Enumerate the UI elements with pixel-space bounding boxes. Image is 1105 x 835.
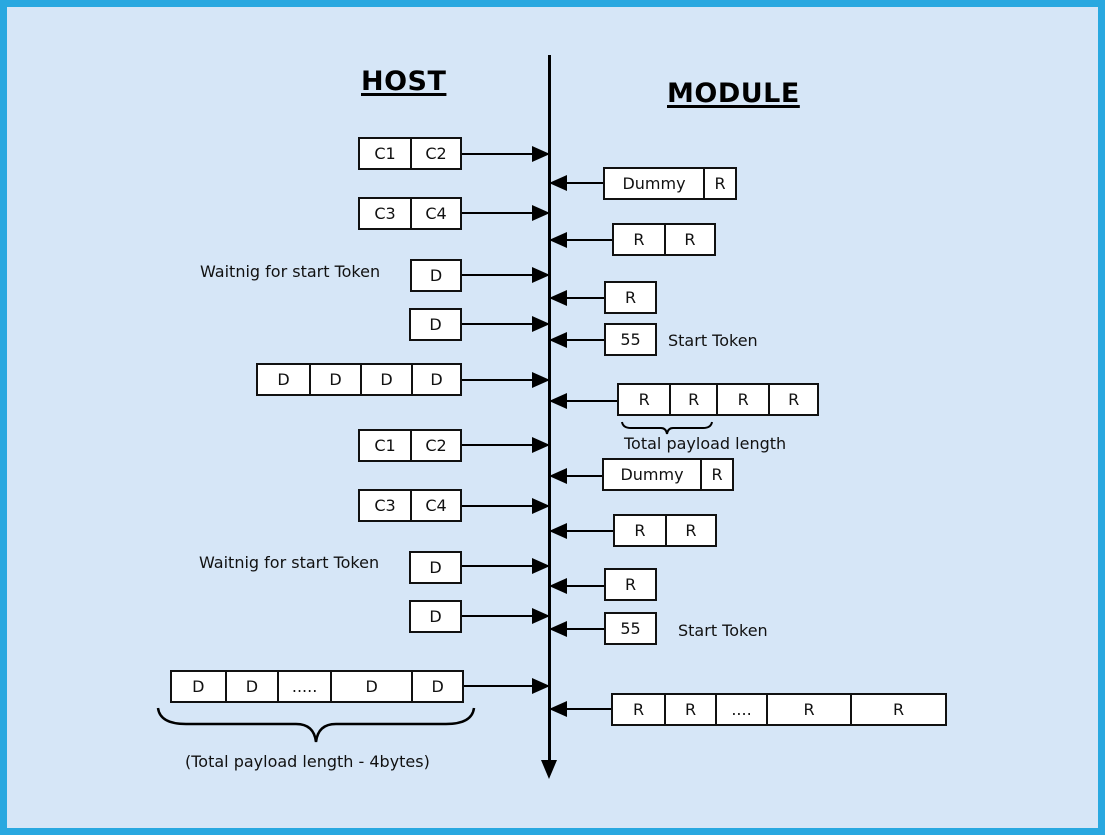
module-packet-4: 55 xyxy=(604,323,657,356)
host-cell: ..... xyxy=(277,672,330,701)
host-packet-1: C1 C2 xyxy=(358,137,462,170)
host-cell: D xyxy=(277,370,290,389)
module-cell: R xyxy=(638,390,650,409)
host-cell: D xyxy=(411,672,462,701)
host-send-arrow xyxy=(462,498,550,514)
host-cell: D xyxy=(411,365,460,394)
module-send-arrow xyxy=(549,621,604,637)
module-brace-label: Total payload length xyxy=(624,434,787,453)
module-send-arrow xyxy=(549,701,611,717)
host-cell: C4 xyxy=(409,199,460,228)
module-cell: R xyxy=(664,695,715,724)
host-cell: C2 xyxy=(409,139,460,168)
module-cell: R xyxy=(669,385,716,414)
host-cell: D xyxy=(360,365,411,394)
module-send-arrow xyxy=(549,578,604,594)
host-packet-9: D xyxy=(409,600,462,633)
host-title: HOST xyxy=(361,66,447,97)
host-cell: C2 xyxy=(409,431,460,460)
host-packet-6: C1 C2 xyxy=(358,429,462,462)
host-send-arrow xyxy=(462,608,550,624)
module-cell: Dummy xyxy=(622,174,686,193)
host-cell: D xyxy=(192,677,205,696)
host-note: Waitnig for start Token xyxy=(199,553,380,572)
host-send-arrow xyxy=(462,146,550,162)
host-packet-3: D xyxy=(410,259,462,292)
host-send-arrow xyxy=(462,437,550,453)
host-cell: C3 xyxy=(374,496,396,515)
host-cell: D xyxy=(429,315,442,334)
host-cell: D xyxy=(329,672,411,701)
module-packet-6: Dummy R xyxy=(602,458,734,491)
host-packet-2: C3 C4 xyxy=(358,197,462,230)
module-send-arrow xyxy=(549,468,602,484)
module-cell: R xyxy=(850,695,945,724)
module-cell: R xyxy=(633,230,645,249)
host-cell: C1 xyxy=(374,144,396,163)
module-send-arrow xyxy=(549,332,604,348)
module-cell: 55 xyxy=(620,619,641,638)
host-send-arrow xyxy=(462,205,550,221)
host-packet-4: D xyxy=(409,308,462,341)
module-packet-1: Dummy R xyxy=(603,167,737,200)
host-cell: D xyxy=(429,266,443,285)
module-cell: R xyxy=(700,460,732,489)
host-cell: D xyxy=(429,607,442,626)
module-note: Start Token xyxy=(678,621,768,640)
module-packet-10: R R .... R R xyxy=(611,693,947,726)
host-cell: D xyxy=(429,558,442,577)
module-send-arrow xyxy=(549,393,617,409)
host-packet-10: D D ..... D D xyxy=(170,670,464,703)
host-brace-label: (Total payload length - 4bytes) xyxy=(185,752,430,771)
module-send-arrow xyxy=(549,232,612,248)
host-cell: D xyxy=(224,672,278,701)
module-cell: R xyxy=(624,575,637,594)
host-payload-brace xyxy=(156,707,476,743)
host-send-arrow xyxy=(464,678,550,694)
module-send-arrow xyxy=(549,175,603,191)
module-payload-brace xyxy=(621,421,713,435)
module-packet-9: 55 xyxy=(604,612,657,645)
host-cell: D xyxy=(309,365,360,394)
host-send-arrow xyxy=(462,316,550,332)
module-cell: Dummy xyxy=(620,465,684,484)
module-packet-7: R R xyxy=(613,514,717,547)
host-packet-8: D xyxy=(409,551,462,584)
module-packet-5: R R R R xyxy=(617,383,819,416)
module-packet-2: R R xyxy=(612,223,716,256)
module-note: Start Token xyxy=(668,331,758,350)
host-note: Waitnig for start Token xyxy=(200,262,381,281)
module-send-arrow xyxy=(549,523,613,539)
host-cell: C1 xyxy=(374,436,396,455)
timeline-arrowhead-icon xyxy=(541,760,557,779)
module-cell: R xyxy=(624,288,637,307)
module-cell: R xyxy=(634,521,646,540)
host-packet-5: D D D D xyxy=(256,363,462,396)
host-cell: C4 xyxy=(409,491,460,520)
module-cell: R xyxy=(632,700,645,719)
module-cell: R xyxy=(703,169,735,198)
host-send-arrow xyxy=(462,558,550,574)
module-title: MODULE xyxy=(667,78,800,109)
host-send-arrow xyxy=(462,372,550,388)
module-send-arrow xyxy=(549,290,604,306)
host-packet-7: C3 C4 xyxy=(358,489,462,522)
module-packet-8: R xyxy=(604,568,657,601)
module-cell: R xyxy=(664,516,715,545)
module-cell: 55 xyxy=(620,330,641,349)
module-cell: R xyxy=(768,385,817,414)
host-cell: C3 xyxy=(374,204,396,223)
module-cell: .... xyxy=(715,695,766,724)
module-packet-3: R xyxy=(604,281,657,314)
module-cell: R xyxy=(716,385,768,414)
module-cell: R xyxy=(766,695,850,724)
module-cell: R xyxy=(663,225,714,254)
host-send-arrow xyxy=(462,267,550,283)
